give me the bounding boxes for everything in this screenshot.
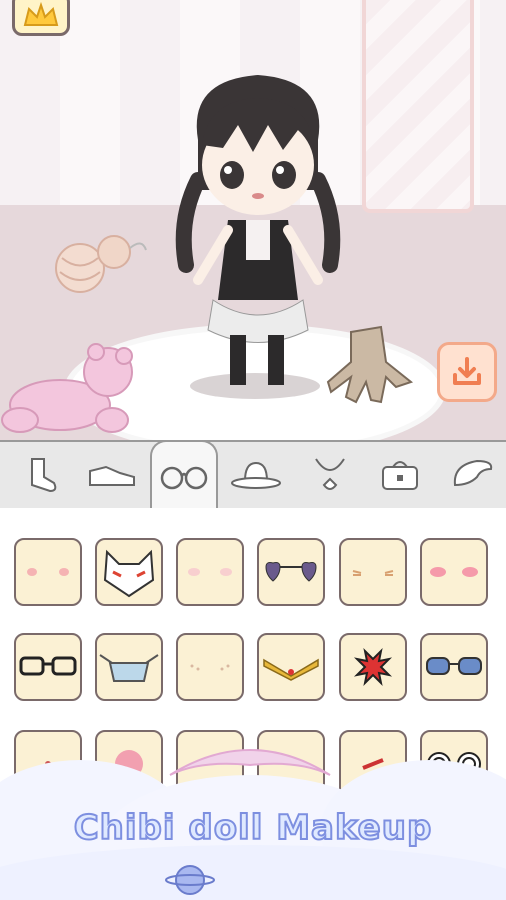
anger-mark-icon	[353, 647, 393, 687]
tab-bag[interactable]	[372, 450, 428, 500]
item-anger-mark[interactable]	[339, 633, 407, 701]
hand-figure	[326, 325, 414, 404]
wing-icon	[453, 459, 493, 487]
blue-sunglasses-icon	[426, 657, 482, 675]
item-light-blush[interactable]	[176, 538, 244, 606]
tab-shoes[interactable]	[84, 450, 140, 500]
item-whisker-marks[interactable]	[339, 538, 407, 606]
tab-socks[interactable]	[14, 450, 70, 500]
item-pink-blush[interactable]	[420, 538, 488, 606]
item-heart-sunglasses[interactable]	[257, 538, 325, 606]
chibi-doll[interactable]	[168, 70, 348, 395]
crown-button[interactable]	[12, 0, 70, 36]
tab-necklace[interactable]	[302, 450, 358, 500]
black-glasses-icon	[19, 656, 77, 676]
tab-glasses[interactable]	[150, 440, 218, 510]
item-blue-sunglasses[interactable]	[420, 633, 488, 701]
face-mask-icon	[99, 654, 159, 682]
gold-tiara-icon	[263, 658, 319, 681]
necklace-icon	[315, 458, 345, 490]
pink-blush-icon	[430, 567, 478, 577]
bag-icon	[382, 461, 418, 490]
item-black-glasses[interactable]	[14, 633, 82, 701]
teddy-bear	[1, 343, 133, 433]
item-gold-tiara[interactable]	[257, 633, 325, 701]
item-face-mask[interactable]	[95, 633, 163, 701]
light-blush-icon	[188, 568, 232, 576]
tab-wings[interactable]	[444, 450, 500, 500]
app-title: Chibi doll Makeup	[73, 807, 433, 849]
tab-hat[interactable]	[228, 450, 284, 500]
blush-dots-icon	[27, 568, 69, 576]
shoe-icon	[89, 465, 135, 486]
dressing-room-scene	[0, 0, 506, 440]
heart-sunglasses-icon	[265, 562, 317, 582]
freckles-icon	[190, 664, 230, 671]
glasses-icon	[160, 466, 208, 490]
socks-icon	[31, 458, 57, 493]
fox-mask-icon	[103, 549, 155, 598]
hat-icon	[231, 461, 281, 489]
category-tabbar	[0, 440, 506, 510]
item-blush-dots[interactable]	[14, 538, 82, 606]
item-freckles[interactable]	[176, 633, 244, 701]
download-icon	[453, 357, 481, 385]
whisker-marks-icon	[352, 570, 394, 576]
crown-icon	[23, 1, 59, 26]
item-fox-mask[interactable]	[95, 538, 163, 606]
mirror	[362, 0, 474, 213]
download-button[interactable]	[437, 342, 497, 402]
yarn-ball	[55, 235, 147, 293]
